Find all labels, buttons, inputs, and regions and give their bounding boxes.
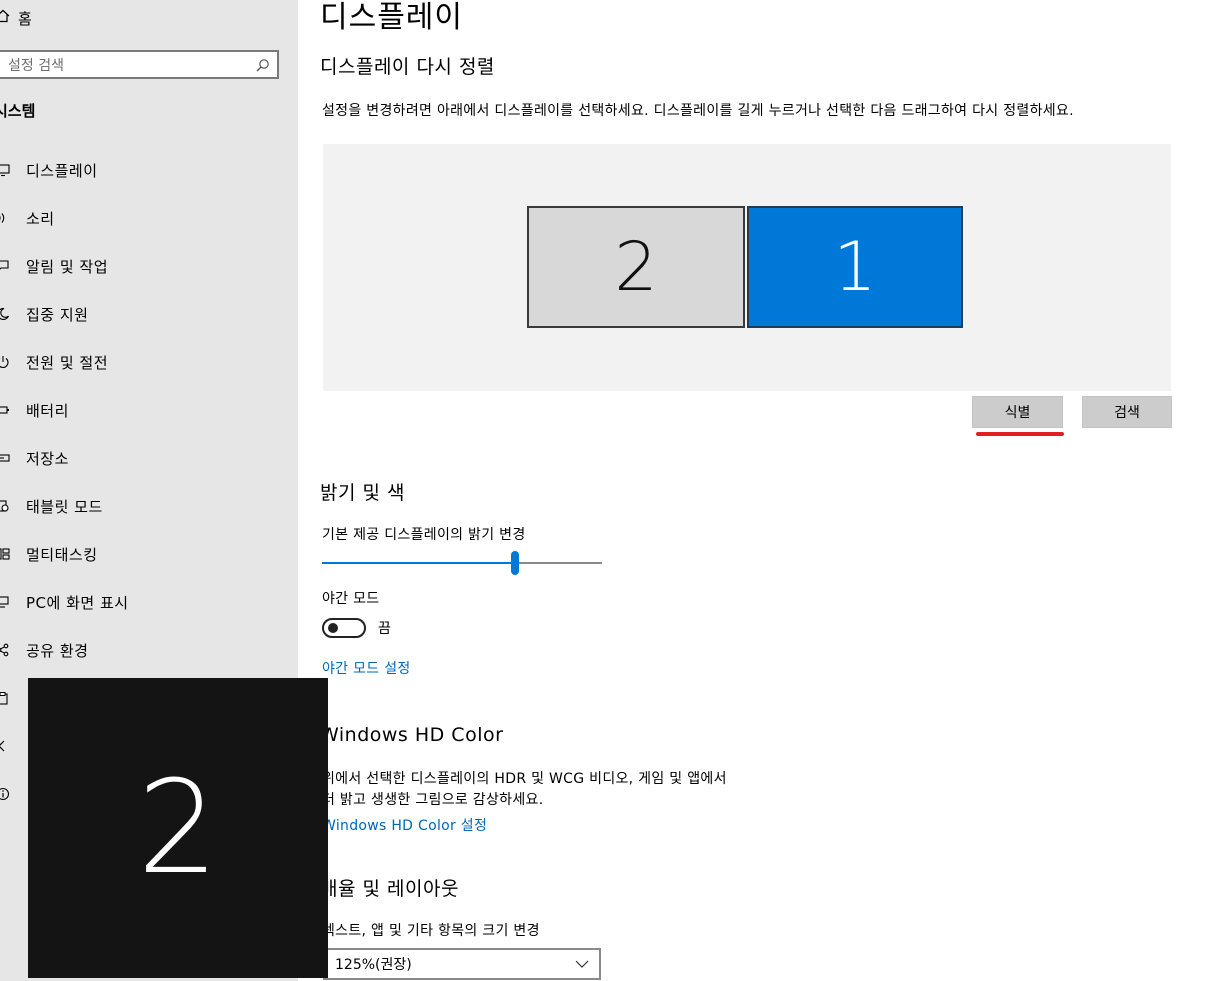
brightness-slider-fill (322, 562, 516, 564)
rearrange-description: 설정을 변경하려면 아래에서 디스플레이를 선택하세요. 디스플레이를 길게 누… (322, 103, 1074, 119)
identify-label: 식별 (1004, 405, 1031, 421)
night-mode-state: 끔 (378, 621, 391, 637)
monitor-1-selected[interactable]: 1 (747, 206, 963, 328)
hd-color-heading: Windows HD Color (320, 724, 504, 746)
sidebar-item-power[interactable]: 전원 및 절전 (0, 338, 296, 386)
brightness-slider-thumb[interactable] (511, 551, 520, 575)
search-placeholder: 설정 검색 (8, 57, 64, 74)
monitor-2[interactable]: 2 (527, 206, 745, 328)
home-label: 홈 (18, 9, 32, 28)
hd-color-description-line1: 위에서 선택한 디스플레이의 HDR 및 WCG 비디오, 게임 및 앱에서 (322, 771, 727, 787)
share-icon (0, 643, 26, 657)
display-icon (0, 163, 26, 177)
sidebar-item-display[interactable]: 디스플레이 (0, 146, 296, 194)
battery-icon (0, 403, 26, 417)
sidebar-item-focus-assist[interactable]: 집중 지원 (0, 290, 296, 338)
brightness-slider[interactable] (322, 551, 602, 575)
brightness-label: 기본 제공 디스플레이의 밝기 변경 (322, 527, 526, 543)
night-mode-toggle[interactable] (322, 618, 366, 638)
sidebar-item-label: PC에 화면 표시 (26, 593, 129, 612)
highlight-underline (976, 432, 1064, 436)
power-icon (0, 355, 26, 369)
scale-dropdown-value: 125%(권장) (335, 957, 412, 973)
tablet-icon (0, 499, 26, 513)
night-mode-settings-link[interactable]: 야간 모드 설정 (322, 658, 411, 678)
sidebar-item-label: 알림 및 작업 (26, 257, 109, 276)
sidebar-item-label: 소리 (26, 209, 55, 228)
page-title: 디스플레이 (320, 0, 463, 35)
rearrange-heading: 디스플레이 다시 정렬 (320, 56, 495, 78)
sidebar-item-tablet-mode[interactable]: 태블릿 모드 (0, 482, 296, 530)
identify-overlay: 2 (28, 678, 328, 978)
storage-icon (0, 451, 26, 465)
sidebar-item-sound[interactable]: 소리 (0, 194, 296, 242)
identify-overlay-number: 2 (137, 753, 219, 903)
chevron-down-icon (575, 956, 589, 972)
search-icon[interactable] (251, 52, 277, 78)
scale-dropdown[interactable]: 125%(권장) (323, 948, 601, 980)
scale-label: 텍스트, 앱 및 기타 항목의 크기 변경 (322, 923, 540, 939)
home-icon (0, 9, 18, 27)
scale-heading: 배율 및 레이아웃 (320, 878, 459, 900)
sidebar-item-label: 집중 지원 (26, 305, 89, 324)
sidebar-item-label: 멀티태스킹 (26, 545, 98, 564)
toggle-knob (328, 623, 338, 633)
hd-color-settings-link[interactable]: Windows HD Color 설정 (322, 815, 487, 835)
settings-search-input[interactable]: 설정 검색 (0, 50, 279, 79)
info-icon (0, 787, 26, 801)
sidebar-item-label: 저장소 (26, 449, 69, 468)
sidebar-item-label: 디스플레이 (26, 161, 98, 180)
sidebar-item-label: 태블릿 모드 (26, 497, 103, 516)
sidebar-item-battery[interactable]: 배터리 (0, 386, 296, 434)
detect-button[interactable]: 검색 (1082, 396, 1172, 428)
brightness-heading: 밝기 및 색 (320, 482, 405, 504)
sidebar-item-label: 전원 및 절전 (26, 353, 109, 372)
moon-icon (0, 307, 26, 321)
sidebar-item-multitasking[interactable]: 멀티태스킹 (0, 530, 296, 578)
monitor-number: 1 (833, 227, 877, 307)
night-mode-label: 야간 모드 (322, 591, 380, 607)
sidebar-item-shared-experiences[interactable]: 공유 환경 (0, 626, 296, 674)
monitor-number: 2 (614, 227, 658, 307)
sidebar-item-label: 배터리 (26, 401, 69, 420)
clipboard-icon (0, 691, 26, 705)
remote-icon (0, 739, 26, 753)
main-content: 디스플레이 디스플레이 다시 정렬 설정을 변경하려면 아래에서 디스플레이를 … (298, 0, 1231, 981)
detect-label: 검색 (1114, 405, 1140, 421)
notification-icon (0, 259, 26, 273)
multitask-icon (0, 547, 26, 561)
sidebar-item-project-to-pc[interactable]: PC에 화면 표시 (0, 578, 296, 626)
display-arrangement-area[interactable]: 2 1 (323, 144, 1171, 391)
sidebar-item-storage[interactable]: 저장소 (0, 434, 296, 482)
identify-button[interactable]: 식별 (972, 396, 1063, 428)
speaker-icon (0, 211, 26, 225)
project-icon (0, 595, 26, 609)
hd-color-description-line2: 더 밝고 생생한 그림으로 감상하세요. (322, 792, 544, 808)
section-label-system: 시스템 (0, 102, 36, 120)
sidebar-item-notifications[interactable]: 알림 및 작업 (0, 242, 296, 290)
home-link[interactable]: 홈 (0, 6, 32, 30)
sidebar-item-label: 공유 환경 (26, 641, 89, 660)
